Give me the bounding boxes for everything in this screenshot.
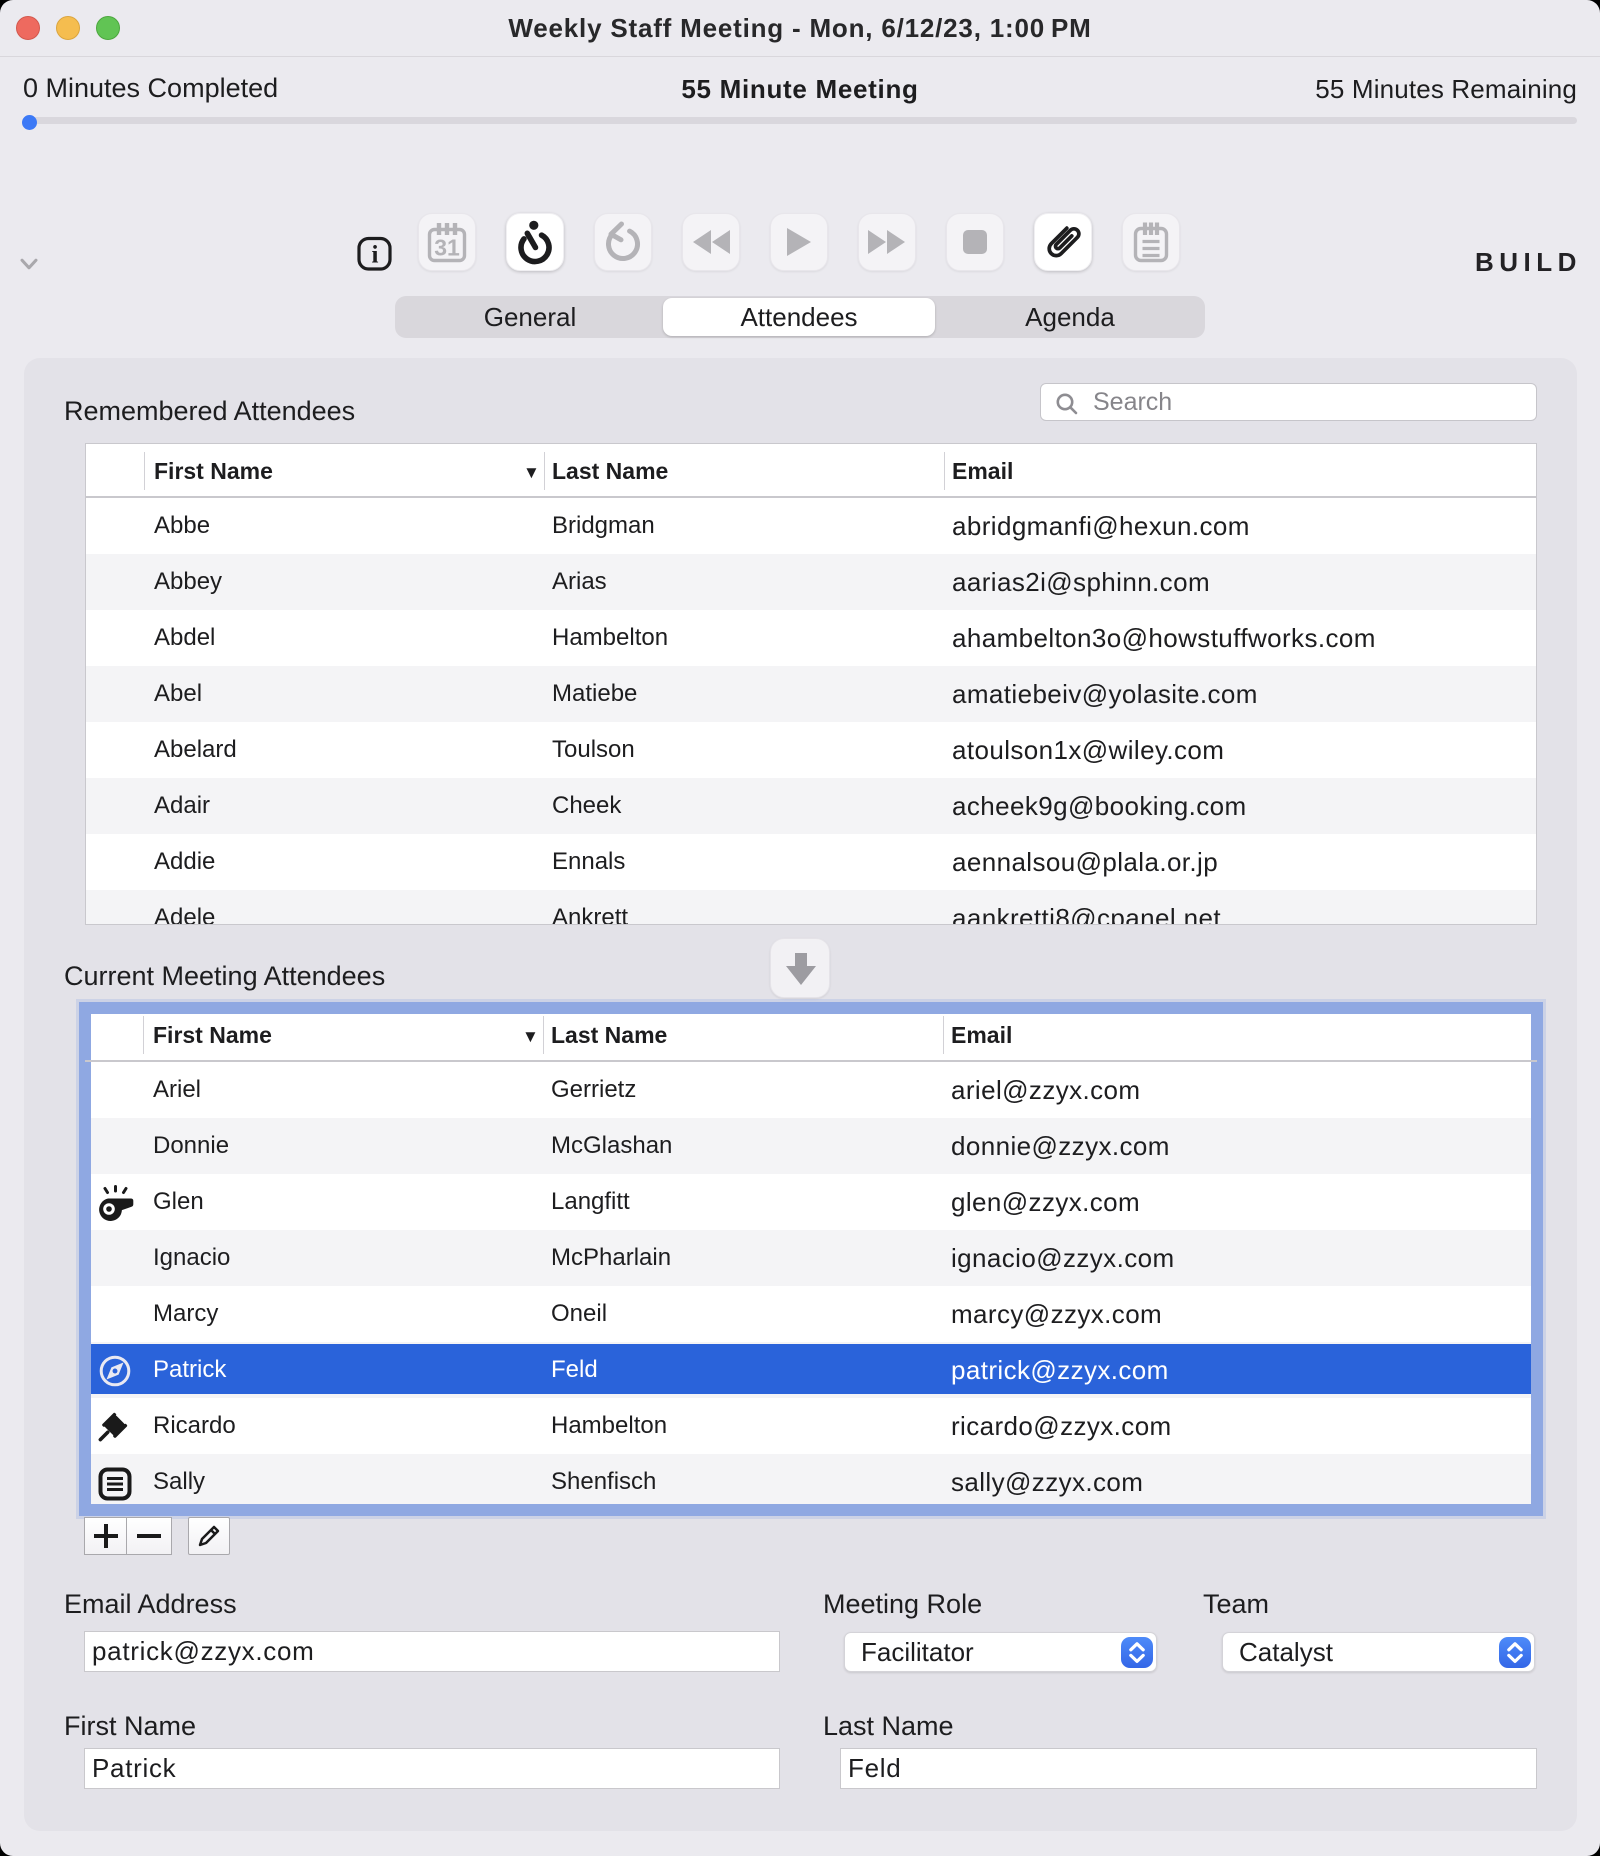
svg-text:31: 31 xyxy=(434,235,460,261)
svg-text:i: i xyxy=(372,242,379,269)
